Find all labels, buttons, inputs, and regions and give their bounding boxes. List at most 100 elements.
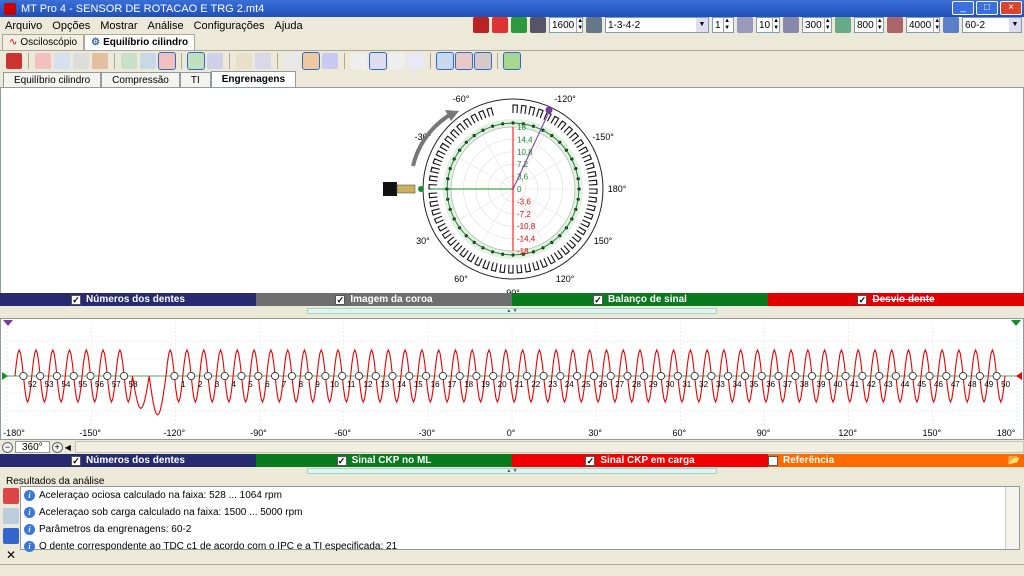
value-c: 4000 [909,19,932,31]
copy-results-icon[interactable] [3,508,19,524]
tooth-marker [841,372,850,381]
checkbox[interactable]: ✓ [593,294,604,305]
tab-osciloscopio[interactable]: ∿ Osciloscópio [2,34,85,50]
menu-configuracoes[interactable]: Configurações [189,20,270,32]
subtab-ti[interactable]: TI [179,72,211,87]
subtab-equilibrio[interactable]: Equilíbrio cilindro [3,72,102,87]
checkbox[interactable]: ✓ [71,455,82,466]
folder-icon[interactable]: 📂 [1008,455,1020,466]
list-3-icon[interactable] [408,53,424,69]
zoom-in-button[interactable]: + [51,441,63,453]
checkbox[interactable]: ✓ [857,294,868,305]
legend-tooth-deviation[interactable]: ✓ Desvio dente [768,293,1024,306]
save-results-icon[interactable] [3,528,19,544]
x-tick-label: -60° [334,428,351,438]
value-a-spinner[interactable]: 300 ▲ ▼ [802,17,832,33]
shift-icon[interactable] [54,53,70,69]
info-icon: i [24,507,35,518]
checkbox[interactable]: ✓ [336,455,347,466]
value-c-spinner[interactable]: 4000 ▲ ▼ [906,17,940,33]
legend-tooth-numbers[interactable]: ✓ Números dos dentes [0,454,256,467]
overlay-2-icon[interactable] [140,53,156,69]
bars-icon[interactable] [158,52,176,70]
bar-chart-2-icon[interactable] [322,53,338,69]
percent-spinner[interactable]: 10 ▲ ▼ [756,17,780,33]
list-2-icon[interactable] [389,53,405,69]
move-icon[interactable] [236,53,252,69]
baseline-marker-right [1016,372,1022,380]
menu-analise[interactable]: Análise [143,20,189,32]
car-icon[interactable] [473,17,489,33]
wheel-select[interactable]: 60-2 ▼ [962,17,1022,33]
clear-results-icon[interactable]: ✕ [3,548,19,562]
rpm-spinner[interactable]: 1600 ▲ ▼ [549,17,583,33]
legend-reference[interactable]: Referência 📂 [768,454,1024,467]
tooth-label: 23 [548,380,557,389]
minimize-button[interactable]: _ [952,1,974,15]
menu-opcoes[interactable]: Opções [47,20,95,32]
scale-icon[interactable] [255,53,271,69]
grid-2-icon[interactable] [455,52,473,70]
cylinder-value: 1 [715,19,721,31]
menu-ajuda[interactable]: Ajuda [270,20,308,32]
checkbox[interactable]: ✓ [585,455,596,466]
tooth-marker [757,372,766,381]
window-icon[interactable] [351,53,367,69]
legend-signal-balance[interactable]: ✓ Balanço de sinal [512,293,768,306]
percent-icon [737,17,753,33]
grid-icon[interactable] [436,52,454,70]
grid-3-icon[interactable] [474,52,492,70]
checkbox[interactable] [768,455,778,466]
result-line: i Aceleraçao sob carga calculado na faixa… [21,504,1019,521]
tooth-marker [589,372,598,381]
pane-splitter[interactable]: ▲ ▼ [307,308,717,314]
checkbox[interactable]: ✓ [335,294,346,305]
tooth-label: 7 [282,380,287,389]
maximize-button[interactable]: □ [976,1,998,15]
pane-splitter[interactable]: ▲ ▼ [307,468,717,474]
zoom-out-button[interactable]: − [2,441,13,453]
export-icon[interactable] [6,53,22,69]
vertical-scrollbar[interactable] [1005,487,1019,549]
checkbox[interactable]: ✓ [71,294,82,305]
close-button[interactable]: × [1000,1,1022,15]
bar-chart-icon[interactable] [302,52,320,70]
copy-icon[interactable] [207,53,223,69]
list-icon[interactable] [369,52,387,70]
export-results-icon[interactable] [3,488,19,504]
sensor-body [383,182,397,196]
tab-equilibrio[interactable]: ⚙ Equilíbrio cilindro [84,34,196,50]
lock-icon[interactable] [492,17,508,33]
legend-ckp-load[interactable]: ✓ Sinal CKP em carga [512,454,768,467]
angle-label: -120° [554,94,576,104]
tooth-label: 58 [129,380,138,389]
scroll-left-icon[interactable]: ◀ [65,443,71,452]
subtab-engrenagens[interactable]: Engrenagens [210,71,297,87]
tooth-marker [573,372,582,381]
value-b: 800 [857,19,874,31]
legend-ckp-ml[interactable]: ✓ Sinal CKP no ML [256,454,512,467]
subtab-compressao[interactable]: Compressão [101,72,180,87]
overlay-icon[interactable] [121,53,137,69]
tooth-marker [388,372,397,381]
bold-b-icon[interactable] [73,53,89,69]
menu-mostrar[interactable]: Mostrar [95,20,142,32]
marker-icon[interactable] [92,53,108,69]
info-icon: i [24,490,35,501]
cylinder-spinner[interactable]: 1 ▲ ▼ [712,17,734,33]
bug-icon[interactable] [503,52,521,70]
x-tick-label: 60° [672,428,687,438]
x-tick-label: -90° [250,428,267,438]
tooth-marker [623,372,632,381]
horizontal-scrollbar[interactable] [74,441,1024,453]
legend-crown-image[interactable]: ✓ Imagem da coroa [256,293,512,306]
engine-icon[interactable] [511,17,527,33]
firing-order-select[interactable]: 1-3-4-2 ▼ [605,17,709,33]
legend-tooth-numbers[interactable]: ✓ Números dos dentes [0,293,256,306]
info-icon: i [24,524,35,535]
sort-icon[interactable] [284,53,300,69]
value-b-spinner[interactable]: 800 ▲ ▼ [854,17,884,33]
refresh-icon[interactable] [187,52,205,70]
menu-arquivo[interactable]: Arquivo [0,20,47,32]
wave-tool-icon[interactable] [35,53,51,69]
